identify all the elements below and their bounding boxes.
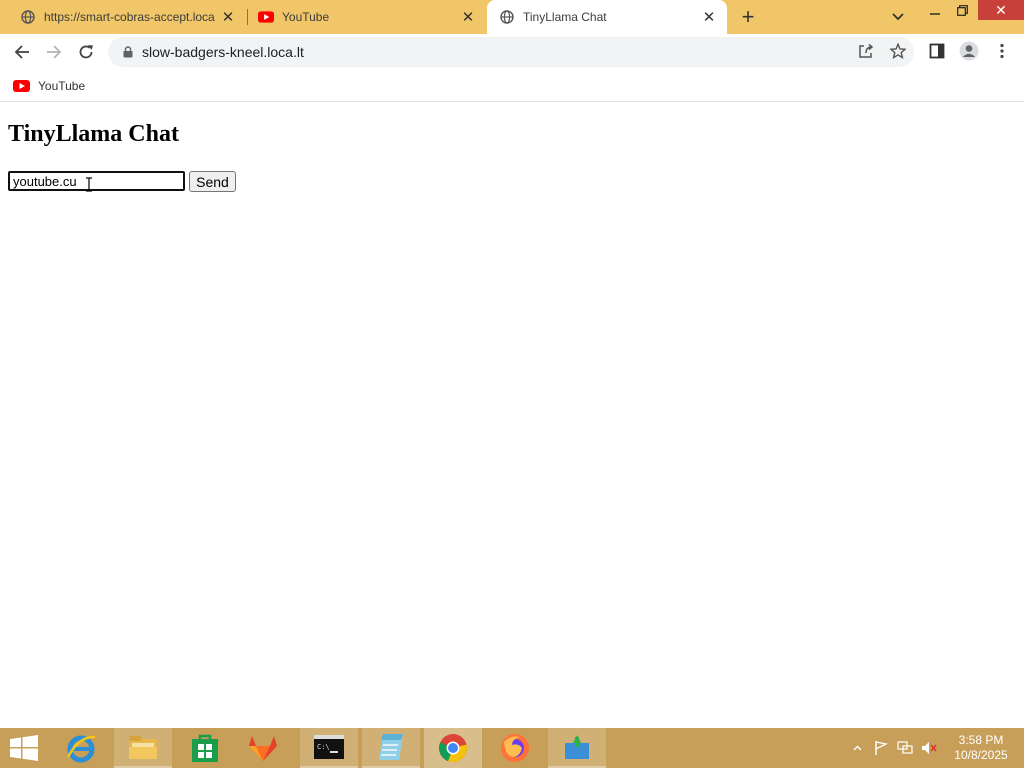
youtube-icon [12, 79, 30, 93]
tab-title: https://smart-cobras-accept.loca [44, 10, 215, 24]
browser-toolbar: slow-badgers-kneel.loca.lt [0, 34, 1024, 70]
gitlab-fox-icon[interactable] [234, 728, 292, 768]
svg-text:C:\: C:\ [317, 743, 330, 751]
clock-date: 10/8/2025 [954, 748, 1008, 762]
clock-time: 3:58 PM [958, 733, 1004, 747]
bookmark-label: YouTube [38, 79, 86, 93]
share-icon[interactable] [853, 38, 879, 64]
network-icon[interactable] [896, 738, 914, 758]
taskbar: C:\ 3:58 PM 10/8/2025 [0, 728, 1024, 768]
chevron-down-icon[interactable] [887, 7, 909, 27]
globe-icon [499, 9, 515, 25]
action-center-flag-icon[interactable] [872, 738, 890, 758]
volume-muted-icon[interactable] [920, 738, 938, 758]
more-menu-icon[interactable] [989, 38, 1015, 64]
close-tab-icon[interactable]: ✕ [458, 7, 478, 27]
close-window-button[interactable]: ✕ [978, 0, 1024, 20]
close-tab-icon[interactable]: ✕ [699, 7, 719, 27]
side-panel-icon[interactable] [924, 38, 950, 64]
command-prompt-icon[interactable]: C:\ [300, 728, 358, 768]
screen: https://smart-cobras-accept.loca ✕ YouTu… [0, 0, 1024, 768]
system-clock[interactable]: 3:58 PM 10/8/2025 [950, 733, 1012, 763]
page-title: TinyLlama Chat [8, 121, 179, 147]
youtube-icon [258, 9, 274, 25]
tab-tinyllama-chat[interactable]: TinyLlama Chat ✕ [487, 0, 727, 34]
tab-smart-cobras[interactable]: https://smart-cobras-accept.loca ✕ [0, 0, 246, 34]
bookmark-star-icon[interactable] [885, 38, 911, 64]
tab-title: TinyLlama Chat [523, 10, 607, 24]
show-hidden-icons[interactable] [848, 738, 866, 758]
page-content: TinyLlama Chat Send [0, 103, 1024, 728]
bookmarks-bar: YouTube [0, 70, 1024, 102]
tab-youtube[interactable]: YouTube ✕ [238, 0, 486, 34]
new-tab-button[interactable]: + [736, 4, 760, 29]
back-button[interactable] [8, 38, 36, 66]
notepad-icon[interactable] [362, 728, 420, 768]
text-cursor-icon [86, 177, 92, 192]
restore-button[interactable] [945, 0, 979, 20]
globe-icon [20, 9, 36, 25]
tab-strip: https://smart-cobras-accept.loca ✕ YouTu… [0, 0, 1024, 34]
internet-explorer-icon[interactable] [52, 728, 110, 768]
lock-icon[interactable] [120, 44, 136, 60]
tab-title: YouTube [282, 10, 330, 24]
bookmark-youtube[interactable]: YouTube [12, 76, 85, 96]
windows-start-icon[interactable] [8, 734, 40, 762]
address-bar[interactable]: slow-badgers-kneel.loca.lt [108, 37, 914, 67]
close-tab-icon[interactable]: ✕ [218, 7, 238, 27]
profile-icon[interactable] [956, 38, 982, 64]
firefox-icon[interactable] [486, 728, 544, 768]
file-explorer-icon[interactable] [114, 728, 172, 768]
url-text: slow-badgers-kneel.loca.lt [142, 44, 304, 60]
store-icon[interactable] [176, 728, 234, 768]
send-button[interactable]: Send [189, 171, 236, 192]
chat-message-input[interactable] [8, 171, 185, 191]
forward-button[interactable] [40, 38, 68, 66]
reload-button[interactable] [72, 38, 100, 66]
chrome-icon[interactable] [424, 728, 482, 768]
app-installer-icon[interactable] [548, 728, 606, 768]
